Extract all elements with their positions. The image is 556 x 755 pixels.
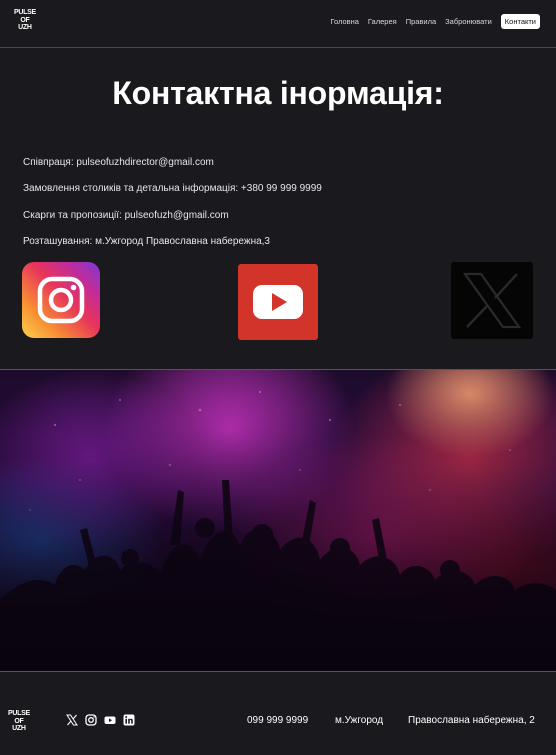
nav-link-home[interactable]: Головна: [330, 14, 359, 29]
x-icon[interactable]: [66, 714, 78, 726]
logo-line: PULSE: [14, 9, 36, 16]
x-icon[interactable]: [451, 262, 533, 339]
youtube-icon[interactable]: [238, 264, 318, 340]
contact-info: Співпраця: pulseofuzhdirector@gmail.com …: [23, 157, 322, 262]
logo-line: OF: [14, 717, 24, 725]
contact-complaints: Скарги та пропозиції: pulseofuzh@gmail.c…: [23, 209, 229, 221]
logo-line: PULSE: [8, 710, 30, 717]
footer-logo[interactable]: PULSE OF UZH: [8, 710, 30, 733]
nav-link-rules[interactable]: Правила: [406, 14, 436, 29]
logo-line: OF: [20, 16, 30, 24]
contact-section: Контактна інормація: Співпраця: pulseofu…: [0, 49, 556, 369]
logo-line: UZH: [18, 24, 32, 31]
main-nav: Головна Галерея Правила Забронювати Конт…: [330, 14, 540, 29]
contact-booking: Замовлення столиків та детальна інформац…: [23, 183, 322, 195]
site-footer: PULSE OF UZH 099 999 9999 м.Ужгород Прав…: [0, 673, 556, 755]
footer-city: м.Ужгород: [335, 715, 384, 726]
footer-socials: [66, 714, 135, 726]
page-title: Контактна інормація:: [112, 75, 444, 111]
logo[interactable]: PULSE OF UZH: [14, 9, 36, 32]
footer-street: Православна набережна, 2: [408, 715, 535, 726]
youtube-icon[interactable]: [104, 714, 116, 726]
contact-location: Розташування: м.Ужгород Православна набе…: [23, 235, 270, 247]
nav-link-gallery[interactable]: Галерея: [368, 14, 397, 29]
nav-link-booking[interactable]: Забронювати: [445, 14, 492, 29]
instagram-icon[interactable]: [85, 714, 97, 726]
nav-link-contacts[interactable]: Контакти: [500, 14, 540, 29]
crowd-silhouette: [0, 370, 556, 671]
site-header: PULSE OF UZH Головна Галерея Правила Заб…: [0, 0, 556, 48]
party-crowd-image: [0, 369, 556, 672]
contact-cooperation: Співпраця: pulseofuzhdirector@gmail.com: [23, 157, 214, 168]
footer-phone[interactable]: 099 999 9999: [247, 715, 308, 726]
linkedin-icon[interactable]: [123, 714, 135, 726]
logo-line: UZH: [12, 725, 26, 732]
instagram-icon[interactable]: [22, 262, 100, 338]
